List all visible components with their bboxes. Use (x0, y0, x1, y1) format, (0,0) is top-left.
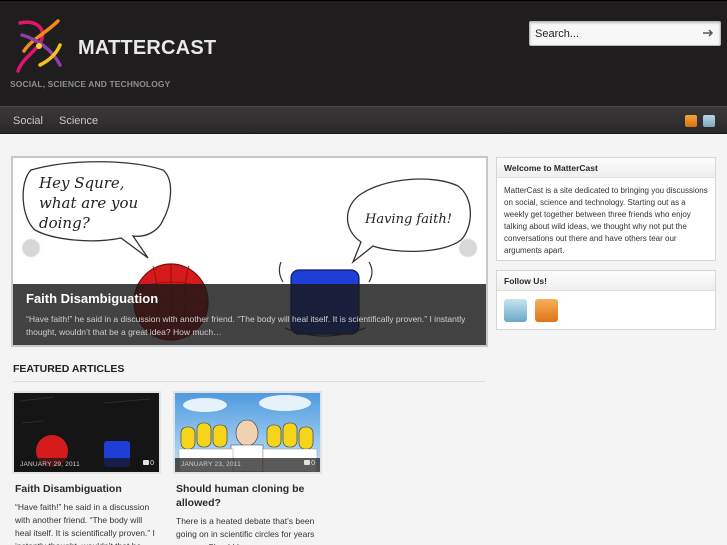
slide-caption: Faith Disambiguation “Have faith!” he sa… (13, 284, 486, 345)
comment-count-value: 0 (311, 460, 315, 467)
comment-count[interactable]: 0 (143, 460, 154, 467)
welcome-widget-title: Welcome to MatterCast (497, 158, 715, 178)
rss-icon[interactable] (685, 115, 697, 127)
article-excerpt: “Have faith!” he said in a discussion wi… (15, 502, 155, 545)
search-arrow-icon[interactable] (702, 27, 714, 39)
slider-prev-button[interactable] (23, 240, 39, 256)
search-box (529, 21, 721, 46)
speech-bubble-left-line-3: doing? (39, 214, 91, 232)
comment-count[interactable]: 0 (304, 460, 315, 467)
follow-widget: Follow Us! (496, 270, 716, 330)
search-input[interactable] (535, 26, 695, 42)
comment-count-value: 0 (150, 460, 154, 467)
speech-bubble-left-line-1: Hey Squre, (38, 174, 125, 192)
twitter-icon[interactable] (703, 115, 715, 127)
featured-slider: Hey Squre, what are you doing? Having fa… (11, 156, 488, 347)
nav-item-social[interactable]: Social (13, 115, 43, 127)
comment-icon (304, 460, 311, 465)
featured-articles-heading: FEATURED ARTICLES (13, 363, 125, 375)
comment-icon (143, 460, 150, 465)
rss-icon[interactable] (535, 299, 558, 322)
follow-widget-title: Follow Us! (497, 271, 715, 291)
mattercast-logo-icon[interactable] (10, 15, 68, 77)
site-tagline: SOCIAL, SCIENCE AND TECHNOLOGY (10, 79, 171, 89)
article-meta-bar: JANUARY 29, 2011 0 (14, 458, 159, 472)
speech-bubble-right-text: Having faith! (364, 212, 452, 227)
article-thumbnail[interactable]: JANUARY 23, 2011 0 (173, 391, 322, 474)
article-excerpt: There is a heated debate that’s been goi… (176, 516, 315, 545)
site-header: MATTERCAST SOCIAL, SCIENCE AND TECHNOLOG… (0, 0, 727, 106)
slider-next-button[interactable] (460, 240, 476, 256)
article-card: JANUARY 29, 2011 0 Faith Disambiguation … (12, 391, 161, 545)
article-title[interactable]: Should human cloning be allowed? (173, 482, 322, 510)
article-date: JANUARY 29, 2011 (20, 461, 80, 468)
slide-title[interactable]: Faith Disambiguation (26, 291, 158, 306)
twitter-icon[interactable] (504, 299, 527, 322)
article-thumbnail[interactable]: JANUARY 29, 2011 0 (12, 391, 161, 474)
main-nav: Social Science (0, 106, 727, 134)
article-title[interactable]: Faith Disambiguation (12, 482, 161, 496)
article-date: JANUARY 23, 2011 (181, 461, 241, 468)
welcome-widget: Welcome to MatterCast MatterCast is a si… (496, 157, 716, 261)
divider (13, 381, 485, 382)
article-card: JANUARY 23, 2011 0 Should human cloning … (173, 391, 322, 545)
slide-excerpt: “Have faith!” he said in a discussion wi… (26, 314, 466, 337)
article-meta-bar: JANUARY 23, 2011 0 (175, 458, 320, 472)
nav-item-science[interactable]: Science (59, 115, 98, 127)
welcome-widget-text: MatterCast is a site dedicated to bringi… (504, 186, 708, 255)
site-title[interactable]: MATTERCAST (78, 37, 216, 60)
speech-bubble-left-line-2: what are you (39, 194, 138, 212)
